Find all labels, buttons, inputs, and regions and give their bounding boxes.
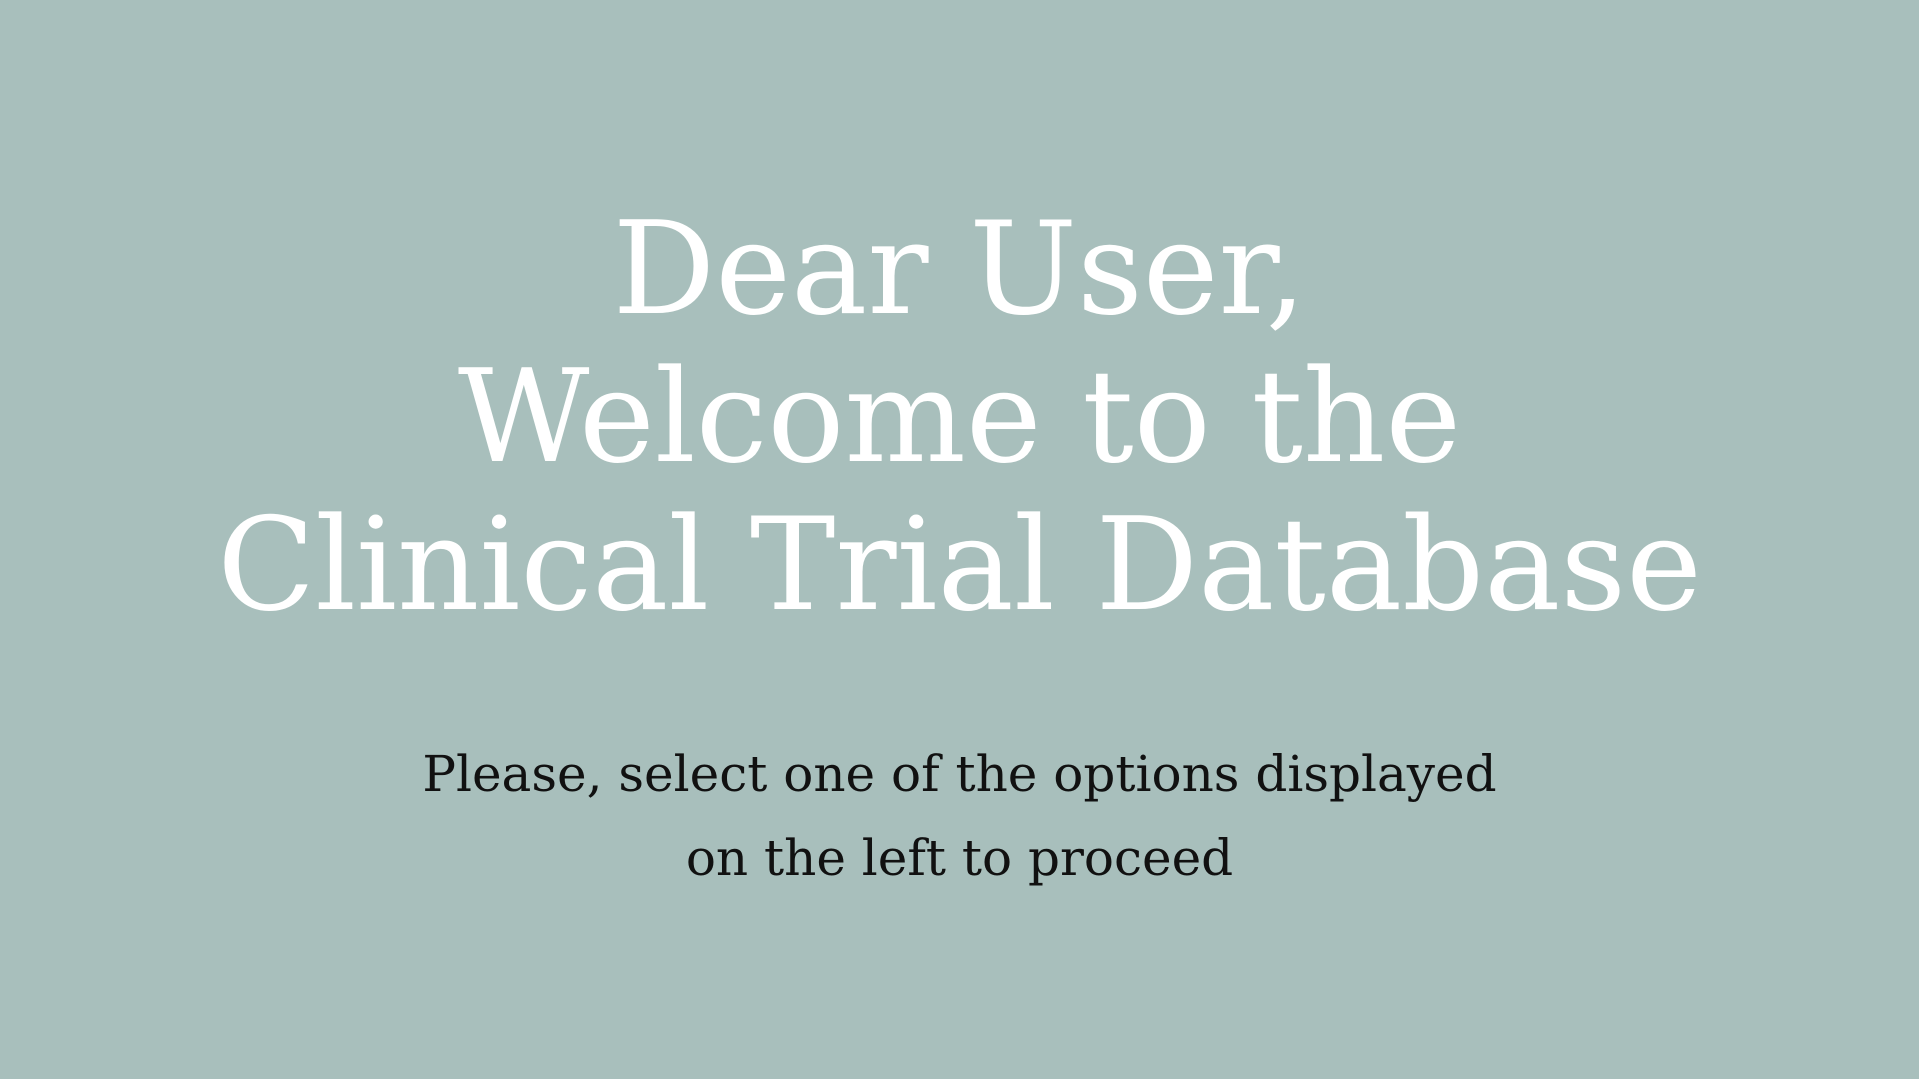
title-line-database-name: Clinical Trial Database [217, 491, 1702, 640]
instruction-text: Please, select one of the options displa… [0, 732, 1919, 900]
welcome-title: Dear User, Welcome to the Clinical Trial… [0, 196, 1919, 640]
title-line-welcome: Welcome to the [457, 343, 1462, 492]
instruction-line-1: Please, select one of the options displa… [422, 745, 1497, 803]
title-line-greeting: Dear User, [612, 195, 1307, 344]
instruction-line-2: on the left to proceed [685, 829, 1234, 887]
welcome-screen: Dear User, Welcome to the Clinical Trial… [0, 0, 1919, 1079]
